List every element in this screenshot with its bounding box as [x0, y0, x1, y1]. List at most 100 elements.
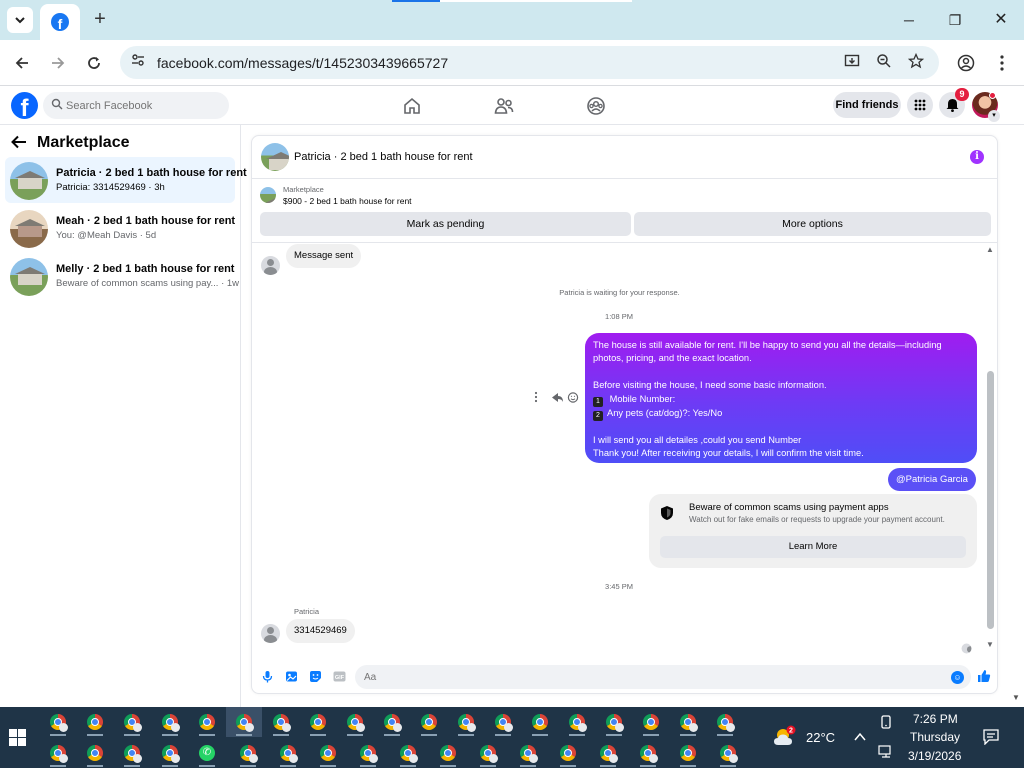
chrome-icon[interactable]: [517, 742, 539, 764]
sender-avatar[interactable]: [261, 624, 280, 643]
microphone-icon[interactable]: [261, 670, 274, 683]
mark-as-pending-button[interactable]: Mark as pending: [260, 212, 631, 236]
reload-button[interactable]: [81, 50, 107, 76]
thread-scrollbar[interactable]: ▲ ▼: [985, 243, 995, 655]
network-icon[interactable]: [878, 745, 894, 762]
chrome-icon[interactable]: [196, 711, 218, 733]
scrollbar-thumb[interactable]: [987, 371, 994, 629]
facebook-search[interactable]: [43, 92, 229, 119]
chrome-icon[interactable]: [529, 711, 551, 733]
chrome-icon[interactable]: [714, 711, 736, 733]
windows-start-icon[interactable]: [9, 729, 26, 746]
listing-thumbnail[interactable]: [260, 187, 276, 203]
find-friends-button[interactable]: Find friends: [833, 92, 901, 118]
chrome-icon[interactable]: [677, 742, 699, 764]
conversation-item-patricia[interactable]: Patricia · 2 bed 1 bath house for rent P…: [5, 157, 247, 203]
account-chevron-icon[interactable]: ▾: [988, 110, 1000, 122]
chrome-icon[interactable]: [121, 711, 143, 733]
address-bar[interactable]: facebook.com/messages/t/1452303439665727: [120, 46, 939, 79]
new-tab-button[interactable]: +: [88, 8, 112, 32]
mention-message[interactable]: @Patricia Garcia: [888, 468, 976, 491]
clock-date[interactable]: 3/19/2026: [908, 749, 961, 763]
gif-icon[interactable]: GIF: [333, 670, 346, 683]
chrome-icon[interactable]: [492, 711, 514, 733]
browser-menu-button[interactable]: [989, 50, 1015, 76]
info-icon[interactable]: i: [970, 150, 984, 164]
listing-title[interactable]: $900 - 2 bed 1 bath house for rent: [283, 196, 412, 206]
chrome-icon[interactable]: [121, 742, 143, 764]
chrome-icon[interactable]: [159, 742, 181, 764]
chrome-icon[interactable]: [597, 742, 619, 764]
phone-link-icon[interactable]: [879, 715, 893, 732]
chrome-icon[interactable]: [317, 742, 339, 764]
notification-center-icon[interactable]: [983, 729, 999, 748]
chrome-icon[interactable]: [437, 742, 459, 764]
chrome-icon[interactable]: [237, 742, 259, 764]
chrome-icon[interactable]: [47, 742, 69, 764]
temperature[interactable]: 22°C: [806, 730, 835, 745]
learn-more-button[interactable]: Learn More: [660, 536, 966, 558]
conversation-item-meah[interactable]: Meah · 2 bed 1 bath house for rent You: …: [5, 205, 235, 251]
emoji-picker-icon[interactable]: ☺: [951, 671, 964, 684]
clock-time[interactable]: 7:26 PM: [913, 712, 958, 726]
chrome-icon[interactable]: [47, 711, 69, 733]
thumbs-up-icon[interactable]: [977, 669, 991, 683]
chrome-icon[interactable]: [307, 711, 329, 733]
sticker-icon[interactable]: [309, 670, 322, 683]
chat-title[interactable]: Patricia · 2 bed 1 bath house for rent: [294, 151, 473, 163]
restore-button[interactable]: ❐: [943, 8, 967, 32]
chrome-icon[interactable]: [397, 742, 419, 764]
chrome-icon[interactable]: [418, 711, 440, 733]
scroll-up-icon[interactable]: ▲: [986, 245, 994, 254]
chrome-icon[interactable]: [277, 742, 299, 764]
site-info-icon[interactable]: [128, 52, 148, 72]
conversation-item-melly[interactable]: Melly · 2 bed 1 bath house for rent Bewa…: [5, 253, 239, 299]
chrome-icon[interactable]: [637, 742, 659, 764]
more-options-button[interactable]: More options: [634, 212, 991, 236]
facebook-logo-icon[interactable]: f: [11, 92, 38, 119]
close-window-button[interactable]: ✕: [989, 8, 1013, 32]
sender-avatar[interactable]: [261, 256, 280, 275]
chrome-icon[interactable]: [270, 711, 292, 733]
clock-day[interactable]: Thursday: [910, 730, 960, 744]
chrome-icon[interactable]: [477, 742, 499, 764]
chrome-icon[interactable]: [84, 742, 106, 764]
chrome-icon[interactable]: [455, 711, 477, 733]
install-app-icon[interactable]: [842, 53, 862, 73]
chrome-icon[interactable]: [677, 711, 699, 733]
scroll-down-icon[interactable]: ▼: [986, 640, 994, 649]
chrome-icon[interactable]: [357, 742, 379, 764]
menu-grid-button[interactable]: [907, 92, 933, 118]
message-input[interactable]: [355, 665, 971, 689]
back-arrow-icon[interactable]: [11, 134, 27, 154]
chrome-icon[interactable]: [557, 742, 579, 764]
facebook-search-input[interactable]: [66, 96, 221, 115]
friends-icon[interactable]: [493, 95, 515, 117]
bookmark-star-icon[interactable]: [906, 52, 926, 73]
chrome-icon[interactable]: [159, 711, 181, 733]
home-icon[interactable]: [401, 95, 423, 117]
tab-facebook[interactable]: f: [40, 4, 80, 40]
profile-button[interactable]: [953, 50, 979, 76]
show-hidden-icons-icon[interactable]: [854, 730, 866, 745]
zoom-icon[interactable]: [874, 53, 894, 73]
chrome-icon[interactable]: [381, 711, 403, 733]
weather-icon[interactable]: 2: [772, 725, 798, 747]
chrome-icon[interactable]: [717, 742, 739, 764]
url-text[interactable]: facebook.com/messages/t/1452303439665727: [157, 55, 448, 71]
back-button[interactable]: [9, 50, 35, 76]
forward-button[interactable]: [45, 50, 71, 76]
chat-listing-thumbnail[interactable]: [261, 143, 289, 171]
chrome-icon[interactable]: [640, 711, 662, 733]
chrome-icon[interactable]: [566, 711, 588, 733]
groups-icon[interactable]: [585, 95, 607, 117]
chrome-icon[interactable]: [233, 711, 255, 733]
whatsapp-icon[interactable]: ✆: [196, 742, 218, 764]
page-scroll-down-icon[interactable]: ▼: [1012, 693, 1020, 702]
photo-icon[interactable]: [285, 670, 298, 683]
chrome-icon[interactable]: [84, 711, 106, 733]
tab-search-button[interactable]: [7, 7, 33, 33]
chrome-icon[interactable]: [344, 711, 366, 733]
chrome-icon[interactable]: [603, 711, 625, 733]
minimize-button[interactable]: ─: [897, 8, 921, 32]
